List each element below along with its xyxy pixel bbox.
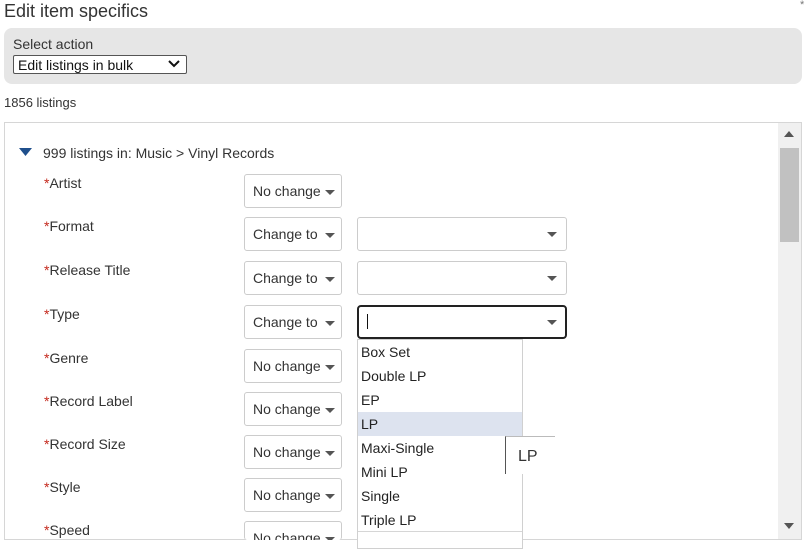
type-option-mini-lp[interactable]: Mini LP (358, 460, 522, 484)
speed-action-select[interactable]: No change (244, 521, 342, 540)
type-options-listbox: Box Set Double LP EP LP Maxi-Single Mini… (357, 339, 523, 549)
type-option-maxi-single[interactable]: Maxi-Single (358, 436, 522, 460)
triangle-down-icon (547, 276, 557, 281)
caret-down-icon[interactable] (19, 148, 32, 156)
action-label: Select action (13, 36, 94, 52)
format-action-select[interactable]: Change to (244, 217, 342, 251)
text-cursor (367, 314, 368, 329)
triangle-down-icon (325, 537, 335, 540)
record-size-action-select[interactable]: No change (244, 435, 342, 469)
field-label-record-label: *Record Label (44, 393, 133, 409)
field-label-release-title: *Release Title (44, 262, 131, 278)
chevron-down-icon (168, 60, 180, 68)
field-label-genre: *Genre (44, 350, 89, 366)
format-value-combobox[interactable] (357, 217, 567, 251)
type-option-double-lp[interactable]: Double LP (358, 364, 522, 388)
genre-action-select[interactable]: No change (244, 349, 342, 383)
scroll-down-arrow-icon[interactable] (784, 523, 794, 529)
listings-count: 1856 listings (4, 95, 77, 110)
action-select[interactable]: Edit listings in bulk (13, 55, 187, 74)
field-label-speed: *Speed (44, 522, 90, 538)
type-option-box-set[interactable]: Box Set (358, 340, 522, 364)
triangle-down-icon (325, 365, 335, 370)
scroll-up-arrow-icon[interactable] (784, 131, 794, 137)
type-value-combobox[interactable] (357, 305, 567, 339)
type-action-select[interactable]: Change to (244, 305, 342, 339)
triangle-down-icon (325, 190, 335, 195)
triangle-down-icon (325, 408, 335, 413)
triangle-down-icon (325, 277, 335, 282)
record-label-action-select[interactable]: No change (244, 392, 342, 426)
triangle-down-icon (547, 232, 557, 237)
field-label-artist: *Artist (44, 175, 82, 191)
option-tooltip: LP (505, 436, 555, 474)
listbox-divider (358, 531, 522, 532)
triangle-down-icon (325, 451, 335, 456)
dialog-title: Edit item specifics (4, 1, 149, 21)
group-title: 999 listings in: Music > Vinyl Records (43, 145, 275, 161)
action-select-value: Edit listings in bulk (18, 57, 134, 73)
type-option-lp[interactable]: LP (358, 412, 522, 436)
style-action-select[interactable]: No change (244, 478, 342, 512)
type-option-ep[interactable]: EP (358, 388, 522, 412)
type-option-single[interactable]: Single (358, 484, 522, 508)
artist-action-select[interactable]: No change (244, 174, 342, 208)
triangle-down-icon (325, 321, 335, 326)
field-label-type: *Type (44, 306, 80, 322)
field-label-style: *Style (44, 479, 81, 495)
triangle-down-icon (325, 233, 335, 238)
triangle-down-icon (547, 320, 557, 325)
field-label-format: *Format (44, 218, 94, 234)
release-title-action-select[interactable]: Change to (244, 261, 342, 295)
scrollbar-thumb[interactable] (780, 148, 799, 242)
release-title-value-combobox[interactable] (357, 261, 567, 295)
corner-mark: * (800, 0, 805, 11)
field-label-record-size: *Record Size (44, 436, 126, 452)
type-option-triple-lp[interactable]: Triple LP (358, 508, 522, 532)
triangle-down-icon (325, 494, 335, 499)
